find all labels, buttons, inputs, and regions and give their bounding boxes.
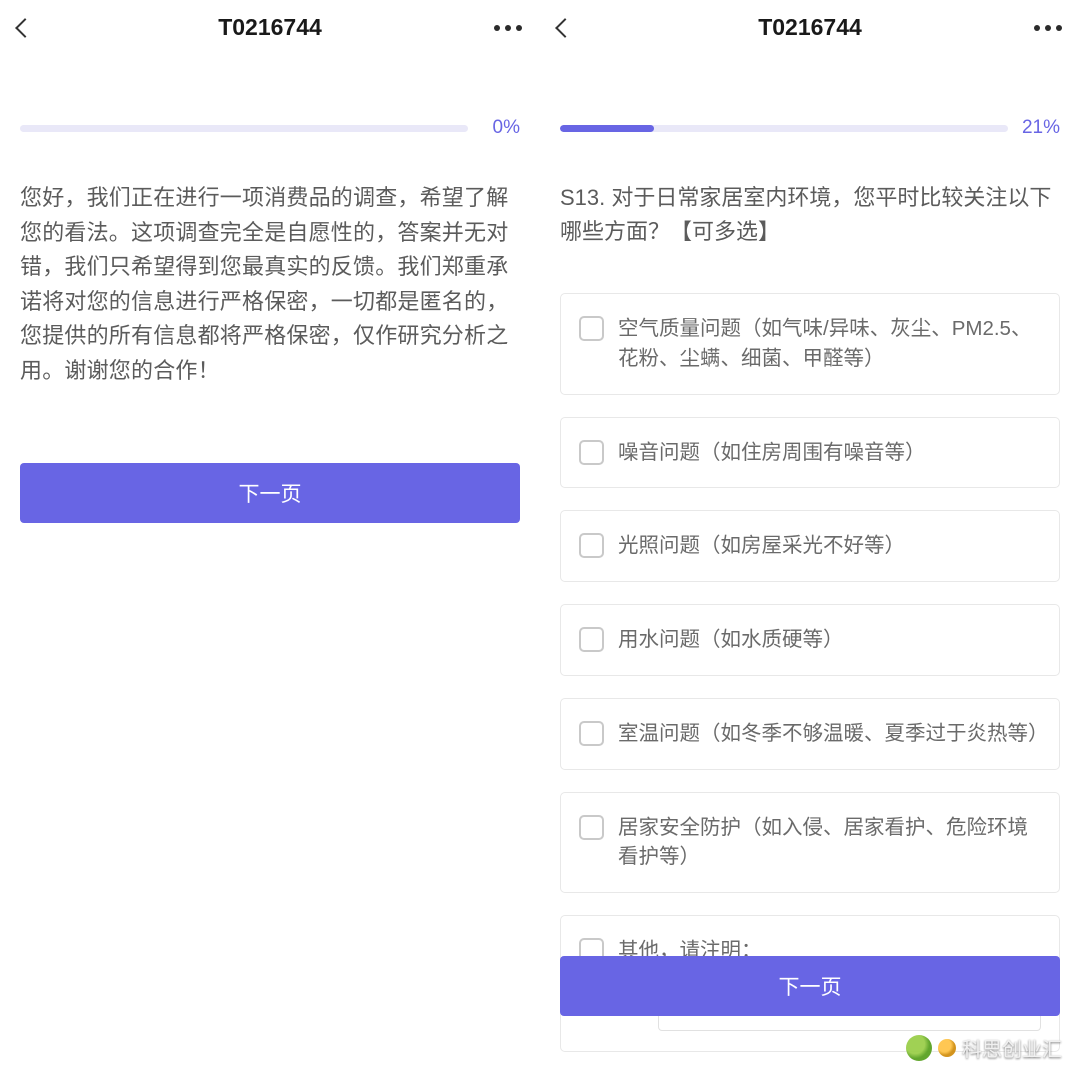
checkbox-icon[interactable] [579,533,604,558]
wechat-logo-icon [906,1035,932,1061]
option-item[interactable]: 空气质量问题（如气味/异味、灰尘、PM2.5、花粉、尘螨、细菌、甲醛等） [560,293,1060,394]
progress-fill [560,125,654,132]
checkbox-icon[interactable] [579,316,604,341]
watermark-badge-icon [938,1039,956,1057]
checkbox-icon[interactable] [579,815,604,840]
option-label: 室温问题（如冬季不够温暖、夏季过于炎热等） [618,719,1041,749]
watermark: 科思创业汇 [906,1033,1062,1062]
page-title: T0216744 [0,14,540,41]
survey-intro-screen: T0216744 0% 您好，我们正在进行一项消费品的调查，希望了解您的看法。这… [0,0,540,1080]
option-item[interactable]: 居家安全防护（如入侵、居家看护、危险环境看护等） [560,792,1060,893]
progress-track [560,125,1008,132]
header: T0216744 [0,0,540,55]
option-label: 噪音问题（如住房周围有噪音等） [618,438,926,468]
option-item[interactable]: 光照问题（如房屋采光不好等） [560,510,1060,582]
page-title: T0216744 [540,14,1080,41]
progress-percent: 21% [1018,117,1060,139]
option-label: 光照问题（如房屋采光不好等） [618,531,905,561]
checkbox-icon[interactable] [579,721,604,746]
back-icon[interactable] [15,18,35,38]
checkbox-icon[interactable] [579,627,604,652]
progress-bar: 21% [540,117,1080,139]
option-item[interactable]: 噪音问题（如住房周围有噪音等） [560,417,1060,489]
option-label: 用水问题（如水质硬等） [618,625,844,655]
next-button[interactable]: 下一页 [560,956,1060,1016]
option-item[interactable]: 室温问题（如冬季不够温暖、夏季过于炎热等） [560,698,1060,770]
next-button[interactable]: 下一页 [20,463,520,523]
question-text: S13. 对于日常家居室内环境，您平时比较关注以下哪些方面？【可多选】 [540,181,1080,249]
survey-question-screen: T0216744 21% S13. 对于日常家居室内环境，您平时比较关注以下哪些… [540,0,1080,1080]
option-label: 空气质量问题（如气味/异味、灰尘、PM2.5、花粉、尘螨、细菌、甲醛等） [618,314,1041,373]
more-icon[interactable] [494,25,522,31]
back-icon[interactable] [555,18,575,38]
options-list: 空气质量问题（如气味/异味、灰尘、PM2.5、花粉、尘螨、细菌、甲醛等） 噪音问… [540,293,1080,1051]
option-label: 居家安全防护（如入侵、居家看护、危险环境看护等） [618,813,1041,872]
progress-track [20,125,468,132]
watermark-text: 科思创业汇 [962,1033,1062,1062]
more-icon[interactable] [1034,25,1062,31]
checkbox-icon[interactable] [579,440,604,465]
progress-percent: 0% [478,117,520,139]
intro-paragraph: 您好，我们正在进行一项消费品的调查，希望了解您的看法。这项调查完全是自愿性的，答… [0,181,540,388]
progress-bar: 0% [0,117,540,139]
header: T0216744 [540,0,1080,55]
option-item[interactable]: 用水问题（如水质硬等） [560,604,1060,676]
